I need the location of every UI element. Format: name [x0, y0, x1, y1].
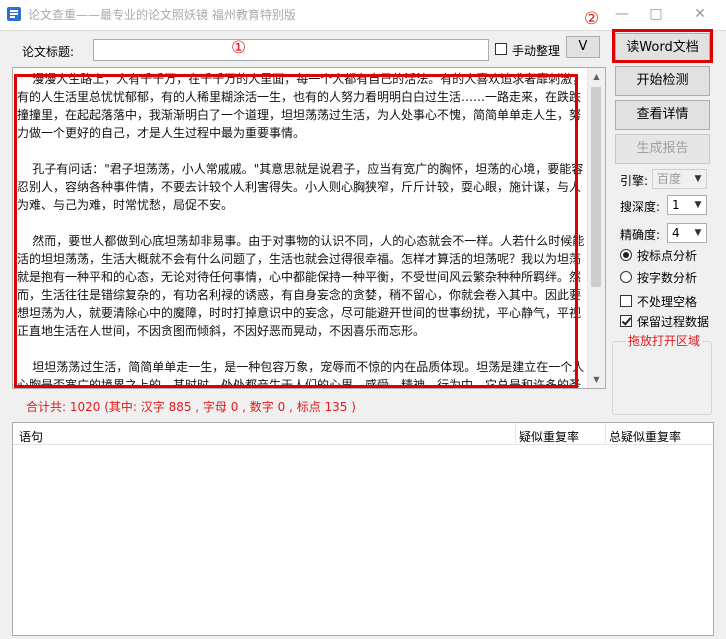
radio-by-punctuation-label[interactable]: 按标点分析: [637, 247, 697, 264]
generate-report-button[interactable]: 生成报告: [615, 134, 710, 164]
engine-label: 引擎:: [620, 174, 649, 188]
main-area: 论文标题: ① 手动整理 V 漫漫人生路上，人有千千万，在千千万的人里面，每一个…: [0, 11, 726, 639]
engine-select[interactable]: 百度 ▼: [652, 169, 707, 189]
column-separator[interactable]: [515, 423, 516, 443]
window-title: 论文查重——最专业的论文照妖镜 福州教育特别版: [28, 8, 296, 22]
close-icon[interactable]: ✕: [690, 5, 710, 23]
column-separator[interactable]: [605, 423, 606, 443]
chevron-down-icon: ▼: [694, 228, 702, 238]
drop-zone-label: 拖放打开区域: [626, 332, 703, 349]
no-space-checkbox[interactable]: [620, 295, 632, 307]
engine-value: 百度: [657, 172, 682, 186]
depth-label: 搜深度:: [620, 200, 661, 214]
paper-text-content: 漫漫人生路上，人有千千万，在千千万的人里面，每一个人都有自己的活法。有的人喜欢追…: [17, 72, 585, 389]
manual-organize-checkbox[interactable]: [495, 43, 507, 55]
char-stats: 合计共: 1020 (其中: 汉字 885 , 字母 0 , 数字 0 , 标点…: [26, 400, 356, 414]
manual-organize-label: 手动整理: [512, 44, 561, 58]
no-space-label[interactable]: 不处理空格: [637, 293, 697, 310]
keep-data-label[interactable]: 保留过程数据: [637, 313, 709, 330]
paper-title-label: 论文标题:: [22, 45, 75, 59]
precision-select[interactable]: 4 ▼: [667, 223, 707, 243]
read-word-button[interactable]: 读Word文档: [615, 33, 710, 63]
chevron-down-icon: ▼: [694, 200, 702, 210]
scroll-thumb[interactable]: [591, 87, 601, 287]
app-icon: [7, 7, 21, 21]
column-similarity[interactable]: 疑似重复率: [519, 428, 579, 445]
table-header-divider: [13, 444, 713, 445]
maximize-icon[interactable]: □: [646, 5, 666, 23]
title-bar: 论文查重——最专业的论文照妖镜 福州教育特别版 — □ ✕: [0, 0, 726, 31]
marker-one: ①: [231, 38, 247, 58]
start-check-button[interactable]: 开始检测: [615, 66, 710, 96]
radio-by-count-label[interactable]: 按字数分析: [637, 269, 697, 286]
precision-value: 4: [672, 226, 680, 240]
depth-select[interactable]: 1 ▼: [667, 195, 707, 215]
scroll-down-icon[interactable]: ▼: [588, 371, 605, 388]
chevron-down-icon: ▼: [694, 174, 702, 184]
column-sentence[interactable]: 语句: [19, 428, 43, 445]
scroll-up-icon[interactable]: ▲: [588, 68, 605, 85]
depth-value: 1: [672, 198, 680, 212]
radio-by-count[interactable]: [620, 271, 632, 283]
paper-title-input[interactable]: [93, 39, 489, 61]
marker-two: ②: [584, 9, 600, 29]
column-total-similarity[interactable]: 总疑似重复率: [609, 428, 681, 445]
minimize-icon[interactable]: —: [612, 5, 632, 23]
drop-zone[interactable]: [612, 341, 712, 415]
keep-data-checkbox[interactable]: [620, 315, 632, 327]
paper-text-area[interactable]: 漫漫人生路上，人有千千万，在千千万的人里面，每一个人都有自己的活法。有的人喜欢追…: [12, 67, 606, 389]
result-table[interactable]: 语句 疑似重复率 总疑似重复率: [12, 422, 714, 636]
text-scrollbar[interactable]: ▲ ▼: [587, 68, 605, 388]
view-detail-button[interactable]: 查看详情: [615, 100, 710, 130]
precision-label: 精确度:: [620, 228, 661, 242]
radio-by-punctuation[interactable]: [620, 249, 632, 261]
expand-button[interactable]: V: [566, 36, 600, 58]
